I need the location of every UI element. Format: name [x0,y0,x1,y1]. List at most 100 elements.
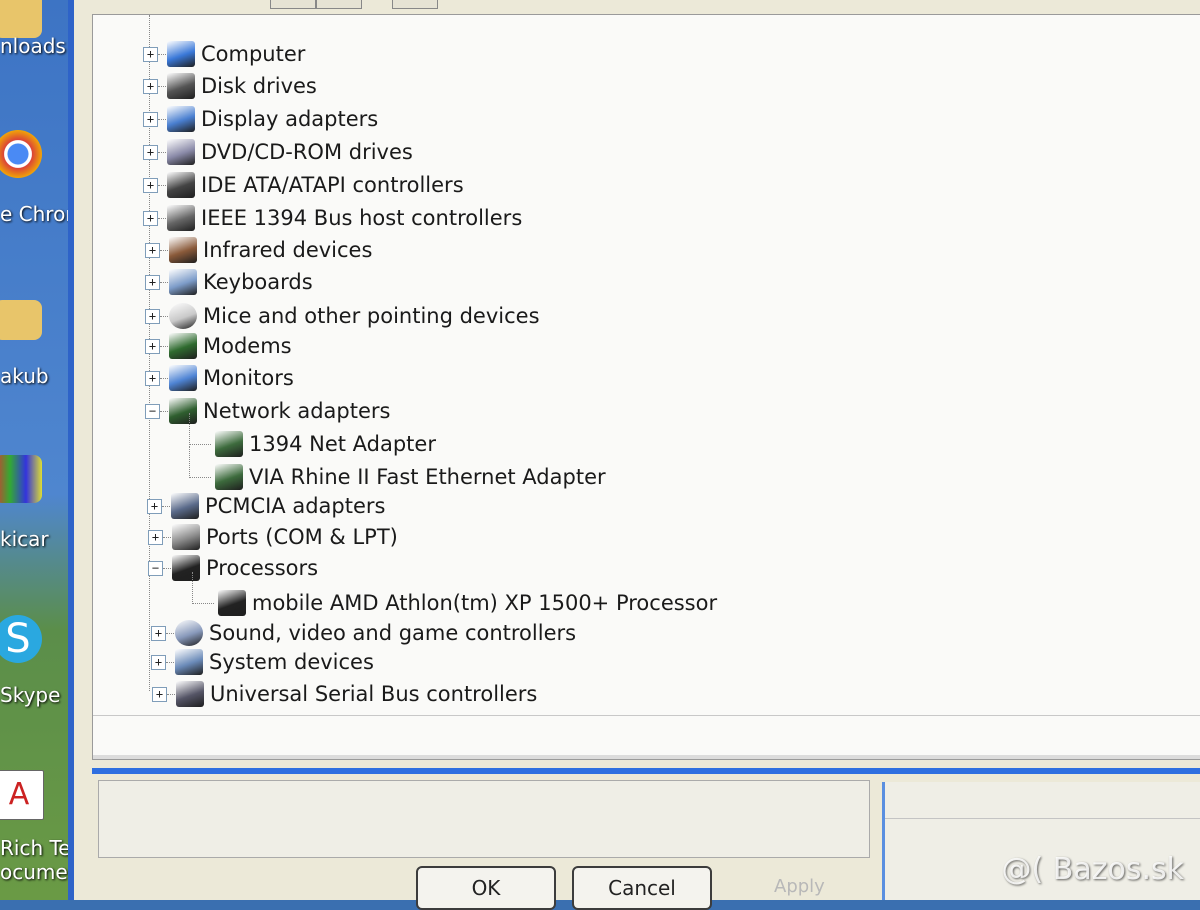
tree-item-label: Computer [201,42,306,66]
expand-toggle-icon[interactable]: + [145,243,160,258]
cancel-button[interactable]: Cancel [572,866,712,910]
tree-category[interactable]: + Monitors [93,365,1193,395]
tree-item-label: mobile AMD Athlon(tm) XP 1500+ Processor [252,591,718,615]
tree-branch-line [189,446,190,478]
tree-category[interactable]: + Universal Serial Bus controllers [93,681,1193,711]
tree-branch-line [166,633,174,634]
tree-category[interactable]: + PCMCIA adapters [93,493,1193,523]
toolbar-button[interactable] [270,0,316,9]
desktop-icon-label: Rich Te [0,836,71,860]
network-card-icon [215,464,243,490]
tree-category[interactable]: + Mice and other pointing devices [93,303,1193,333]
chrome-icon [0,130,42,178]
tree-category[interactable]: + Sound, video and game controllers [93,620,1193,650]
tree-category[interactable]: + Display adapters [93,106,1193,136]
device-manager-window: + Computer + Disk drives + Display adapters + D… [68,0,1200,910]
desktop-icon-label: kicar [0,527,49,551]
collapse-toggle-icon[interactable]: − [148,561,163,576]
tree-category[interactable]: + Modems [93,333,1193,363]
expand-toggle-icon[interactable]: + [143,145,158,160]
apply-button[interactable]: Apply [774,876,825,897]
expand-toggle-icon[interactable]: + [145,339,160,354]
modem-icon [169,333,197,359]
processor-icon [172,555,200,581]
tree-category[interactable]: + Keyboards [93,269,1193,299]
desktop-icon-label: e Chron [0,202,78,226]
tree-item-label: Ports (COM & LPT) [206,525,398,549]
tree-item-label: IDE ATA/ATAPI controllers [201,173,464,197]
device-tree[interactable]: + Computer + Disk drives + Display adapters + D… [92,14,1200,760]
tree-item-label: Processors [206,556,319,580]
tree-item-label: VIA Rhine II Fast Ethernet Adapter [249,465,606,489]
expand-toggle-icon[interactable]: + [148,530,163,545]
expand-toggle-icon[interactable]: + [152,687,167,702]
tree-category[interactable]: + DVD/CD-ROM drives [93,139,1193,169]
tree-branch-line [158,218,166,219]
tree-category[interactable]: + IDE ATA/ATAPI controllers [93,172,1193,202]
tree-branch-line [163,537,171,538]
tree-category[interactable]: − Network adapters [93,398,1193,428]
desktop-icon-label: akub [0,364,49,388]
expand-toggle-icon[interactable]: + [143,211,158,226]
tree-item-label: Sound, video and game controllers [209,621,577,645]
expand-toggle-icon[interactable]: + [147,499,162,514]
collapse-toggle-icon[interactable]: − [145,404,160,419]
network-card-icon [215,431,243,457]
tree-branch-line [189,413,190,445]
tree-item-label: Monitors [203,366,294,390]
toolbar-button[interactable] [316,0,362,9]
desktop-icon-label: Skype [0,683,61,707]
toolbar-button[interactable] [392,0,438,9]
tree-category[interactable]: + System devices [93,649,1193,679]
infrared-icon [169,237,197,263]
tree-branch-line [189,477,211,478]
ide-controller-icon [167,172,195,198]
tree-item-label: Display adapters [201,107,379,131]
tree-branch-line [162,506,170,507]
tree-item-label: Network adapters [203,399,391,423]
desktop-strip: nloads e Chron akub kicar S Skype A Rich… [0,0,88,900]
ieee1394-icon [167,205,195,231]
watermark: @( Bazos.sk [1001,852,1184,887]
tree-branch-line [160,411,168,412]
tree-device[interactable]: 1394 Net Adapter [93,413,1193,461]
display-adapter-icon [167,106,195,132]
tree-category[interactable]: + Computer [93,41,1193,71]
tree-category[interactable]: + IEEE 1394 Bus host controllers [93,205,1193,235]
expand-toggle-icon[interactable]: + [151,626,166,641]
expand-toggle-icon[interactable]: + [143,47,158,62]
pcmcia-icon [171,493,199,519]
tree-device[interactable]: mobile AMD Athlon(tm) XP 1500+ Processor [93,572,1193,620]
expand-toggle-icon[interactable]: + [145,309,160,324]
expand-toggle-icon[interactable]: + [145,371,160,386]
system-device-icon [175,649,203,675]
tree-branch-line [167,694,175,695]
tree-branch-line [160,346,168,347]
tree-branch-line [160,282,168,283]
tree-branch-line [160,378,168,379]
tree-category[interactable]: − Processors [93,555,1193,585]
tree-item-label: PCMCIA adapters [205,494,386,518]
details-panel [98,780,870,858]
tree-branch-line [160,316,168,317]
tree-category[interactable]: + Ports (COM & LPT) [93,524,1193,554]
folder-icon [0,300,42,340]
expand-toggle-icon[interactable]: + [143,178,158,193]
desktop-icon-label: nloads [0,34,66,58]
ok-button[interactable]: OK [416,866,556,910]
tree-branch-line [192,603,214,604]
window-border [92,768,1200,774]
usb-icon [176,681,204,707]
expand-toggle-icon[interactable]: + [151,655,166,670]
tree-item-label: 1394 Net Adapter [249,432,436,456]
expand-toggle-icon[interactable]: + [143,112,158,127]
network-adapter-icon [169,398,197,424]
mouse-icon [169,303,197,329]
tree-item-label: Universal Serial Bus controllers [210,682,538,706]
tree-category[interactable]: + Disk drives [93,73,1193,103]
tree-device[interactable]: VIA Rhine II Fast Ethernet Adapter [93,446,1193,494]
expand-toggle-icon[interactable]: + [145,275,160,290]
dvd-drive-icon [167,139,195,165]
tree-category[interactable]: + Infrared devices [93,237,1193,267]
expand-toggle-icon[interactable]: + [143,79,158,94]
